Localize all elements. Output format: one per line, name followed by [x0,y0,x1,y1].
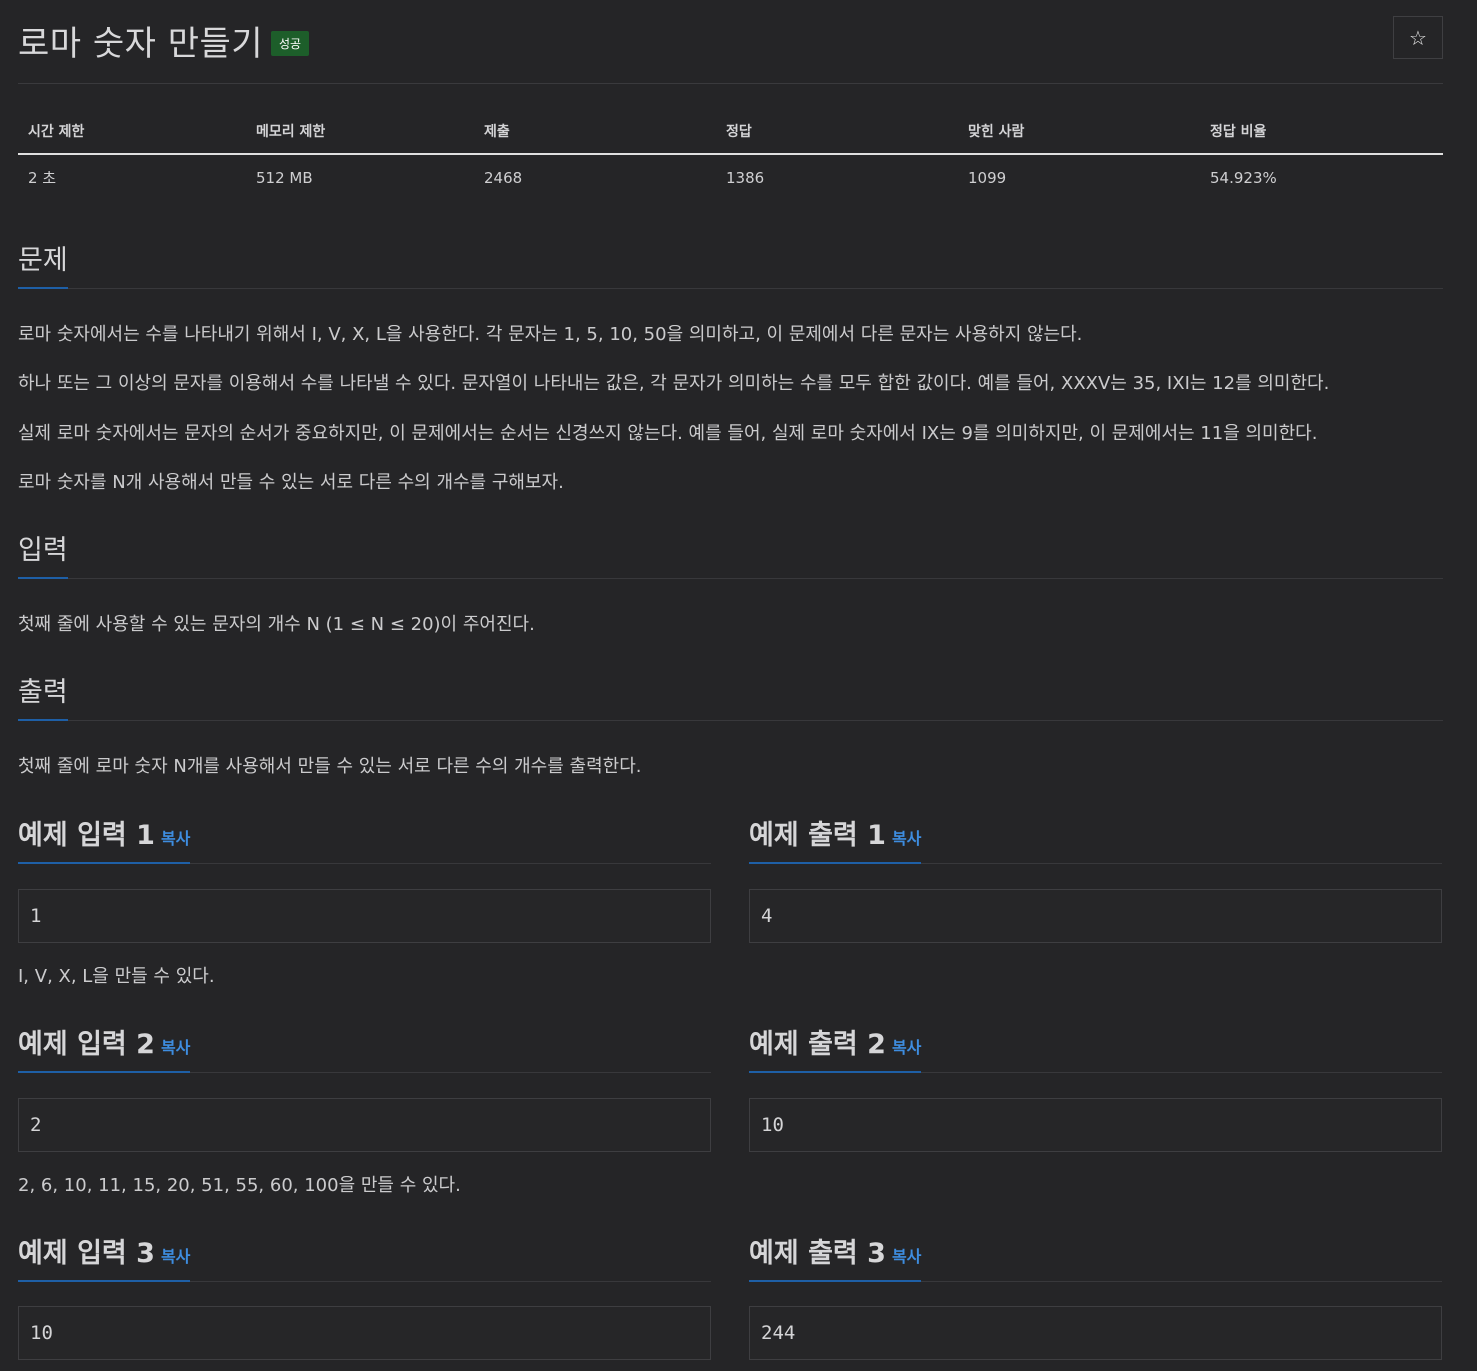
header-accept-ratio: 정답 비율 [1200,113,1443,155]
sample-output-3-header: 예제 출력 3 복사 [749,1231,1442,1282]
problem-info-table: 시간 제한 메모리 제한 제출 정답 맞힌 사람 정답 비율 2 초 512 M… [18,113,1443,198]
sample-2-note: 2, 6, 10, 11, 15, 20, 51, 55, 60, 100을 만… [18,1175,461,1196]
sample-output-1-header: 예제 출력 1 복사 [749,813,1442,864]
sample-input-2[interactable]: 2 [18,1098,711,1152]
sample-output-3[interactable]: 244 [749,1306,1442,1360]
sample-output-2[interactable]: 10 [749,1098,1442,1152]
copy-sample-output-1-button[interactable]: 복사 [892,829,921,848]
sample-input-1[interactable]: 1 [18,889,711,943]
status-badge: 성공 [271,31,310,56]
problem-title: 로마 숫자 만들기 [18,24,264,64]
title-row: 로마 숫자 만들기 성공 ☆ [18,0,1443,84]
sample-input-3-header: 예제 입력 3 복사 [18,1231,711,1282]
description-paragraph: 실제 로마 숫자에서는 문자의 순서가 중요하지만, 이 문제에서는 순서는 신… [18,423,1318,444]
copy-sample-input-1-button[interactable]: 복사 [161,829,190,848]
description-paragraph: 로마 숫자에서는 수를 나타내기 위해서 I, V, X, L을 사용한다. 각… [18,324,1083,345]
value-accept-ratio: 54.923% [1210,168,1277,187]
sample-output-2-header: 예제 출력 2 복사 [749,1022,1442,1073]
output-section-header: 출력 [18,670,1443,721]
sample-input-3[interactable]: 10 [18,1306,711,1360]
value-time-limit: 2 초 [28,169,57,187]
sample-output-2-title: 예제 출력 2 [749,1029,886,1060]
sample-input-3-title: 예제 입력 3 [18,1238,155,1269]
sample-input-1-header: 예제 입력 1 복사 [18,813,711,864]
header-submissions: 제출 [474,113,716,155]
copy-sample-input-2-button[interactable]: 복사 [161,1038,190,1057]
info-value-row: 2 초 512 MB 2468 1386 1099 54.923% [18,154,1443,198]
star-icon: ☆ [1409,25,1427,50]
header-accepted: 정답 [716,113,958,155]
sample-output-1-title: 예제 출력 1 [749,820,886,851]
sample-input-2-header: 예제 입력 2 복사 [18,1022,711,1073]
description-section-header: 문제 [18,238,1443,289]
output-title: 출력 [18,670,68,721]
value-accepted: 1386 [726,168,765,187]
header-time-limit: 시간 제한 [18,113,246,155]
description-title: 문제 [18,238,68,289]
sample-1-note: I, V, X, L을 만들 수 있다. [18,966,215,987]
value-memory-limit: 512 MB [256,168,313,187]
info-header-row: 시간 제한 메모리 제한 제출 정답 맞힌 사람 정답 비율 [18,113,1443,155]
sample-input-2-title: 예제 입력 2 [18,1029,155,1060]
input-title: 입력 [18,528,68,579]
sample-input-1-title: 예제 입력 1 [18,820,155,851]
copy-sample-output-3-button[interactable]: 복사 [892,1247,921,1266]
header-solvers: 맞힌 사람 [958,113,1200,155]
problem-page: 로마 숫자 만들기 성공 ☆ 시간 제한 메모리 제한 제출 정답 맞힌 사람 … [18,0,1443,1360]
copy-sample-output-2-button[interactable]: 복사 [892,1038,921,1057]
output-description: 첫째 줄에 로마 숫자 N개를 사용해서 만들 수 있는 서로 다른 수의 개수… [18,756,642,777]
sample-output-3-title: 예제 출력 3 [749,1238,886,1269]
value-submissions: 2468 [484,168,523,187]
header-memory-limit: 메모리 제한 [246,113,474,155]
input-section-header: 입력 [18,528,1443,579]
description-paragraph: 로마 숫자를 N개 사용해서 만들 수 있는 서로 다른 수의 개수를 구해보자… [18,472,564,493]
sample-output-1[interactable]: 4 [749,889,1442,943]
description-paragraph: 하나 또는 그 이상의 문자를 이용해서 수를 나타낼 수 있다. 문자열이 나… [18,373,1330,394]
copy-sample-input-3-button[interactable]: 복사 [161,1247,190,1266]
input-description: 첫째 줄에 사용할 수 있는 문자의 개수 N (1 ≤ N ≤ 20)이 주어… [18,614,535,635]
value-solvers: 1099 [968,168,1007,187]
star-button[interactable]: ☆ [1393,16,1443,59]
